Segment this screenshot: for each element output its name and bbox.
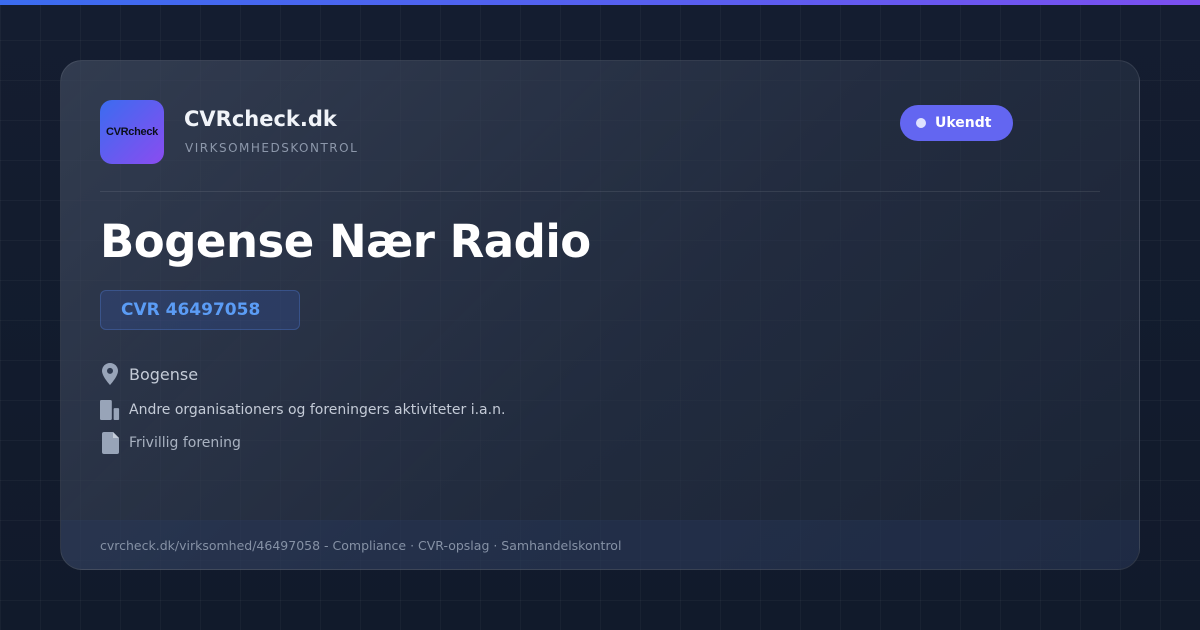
card-footer: cvrcheck.dk/virksomhed/46497058 - Compli…	[61, 520, 1139, 569]
company-name: Bogense Nær Radio	[100, 215, 591, 268]
building-icon	[100, 399, 120, 421]
legal-form-text: Frivillig forening	[129, 435, 241, 451]
document-icon	[100, 432, 120, 454]
location-text: Bogense	[129, 364, 199, 384]
cvr-number: CVR 46497058	[121, 300, 261, 320]
top-accent-bar	[0, 0, 1200, 5]
brand-name[interactable]: CVRcheck.dk	[184, 107, 337, 131]
status-dot-icon	[916, 118, 926, 128]
status-label: Ukendt	[935, 115, 992, 131]
company-card: CVRcheck CVRcheck.dk VIRKSOMHEDSKONTROL …	[60, 60, 1140, 570]
status-badge: Ukendt	[900, 105, 1014, 141]
logo-text: CVRcheck	[105, 126, 158, 138]
legal-form-row: Frivillig forening	[100, 432, 241, 454]
industry-text: Andre organisationers og foreningers akt…	[129, 402, 506, 418]
industry-row: Andre organisationers og foreningers akt…	[100, 399, 505, 421]
footer-text[interactable]: cvrcheck.dk/virksomhed/46497058 - Compli…	[100, 538, 621, 553]
header-divider	[100, 191, 1100, 192]
brand-logo-icon[interactable]: CVRcheck	[100, 100, 164, 164]
brand-tagline: VIRKSOMHEDSKONTROL	[185, 141, 359, 155]
location-row: Bogense	[100, 363, 198, 385]
map-pin-icon	[100, 363, 120, 385]
cvr-number-box: CVR 46497058	[100, 290, 300, 330]
